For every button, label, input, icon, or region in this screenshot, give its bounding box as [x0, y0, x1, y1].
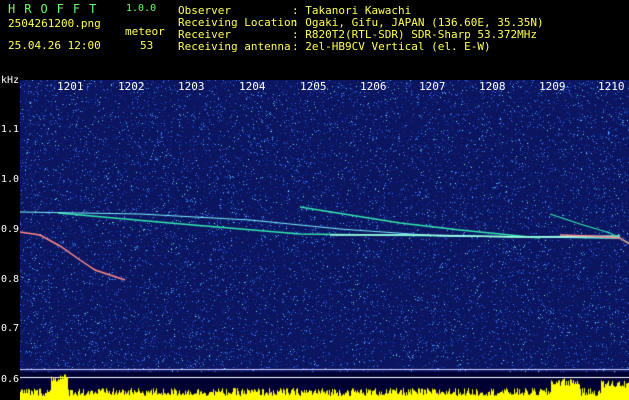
- freq-unit-label: kHz: [1, 75, 20, 86]
- time-tick-1205: 1205: [300, 80, 327, 93]
- time-tick-1209: 1209: [539, 80, 566, 93]
- time-tick-1201: 1201: [57, 80, 84, 93]
- datetime-label: 25.04.26 12:00: [8, 39, 101, 52]
- meteor-label: meteor: [125, 25, 165, 38]
- time-tick-1206: 1206: [360, 80, 387, 93]
- meteor-count: 53: [140, 39, 154, 52]
- freq-tick-0-8: 0.8: [0, 274, 19, 285]
- info-value-antenna: : 2el-HB9CV Vertical (el. E-W): [292, 40, 491, 53]
- app-logo: HROFFT: [8, 2, 106, 16]
- freq-tick-1-1: 1.1: [0, 124, 19, 135]
- freq-tick-0-9: 0.9: [0, 224, 19, 235]
- freq-tick-1-0: 1.0: [0, 174, 19, 185]
- freq-tick-0-7: 0.7: [0, 323, 19, 334]
- freq-tick-0-6: 0.6: [0, 374, 19, 385]
- time-tick-1210: 1210: [598, 80, 625, 93]
- time-tick-1207: 1207: [419, 80, 446, 93]
- spectrogram: [20, 80, 629, 400]
- time-tick-1208: 1208: [479, 80, 506, 93]
- time-tick-1204: 1204: [239, 80, 266, 93]
- filename-label: 2504261200.png: [8, 17, 101, 30]
- info-key-antenna: Receiving antenna: [178, 40, 291, 53]
- time-tick-1202: 1202: [118, 80, 145, 93]
- app-version: 1.0.0: [126, 3, 157, 14]
- time-tick-1203: 1203: [178, 80, 205, 93]
- header-panel: HROFFT 1.0.0 2504261200.png meteor 25.04…: [0, 0, 629, 78]
